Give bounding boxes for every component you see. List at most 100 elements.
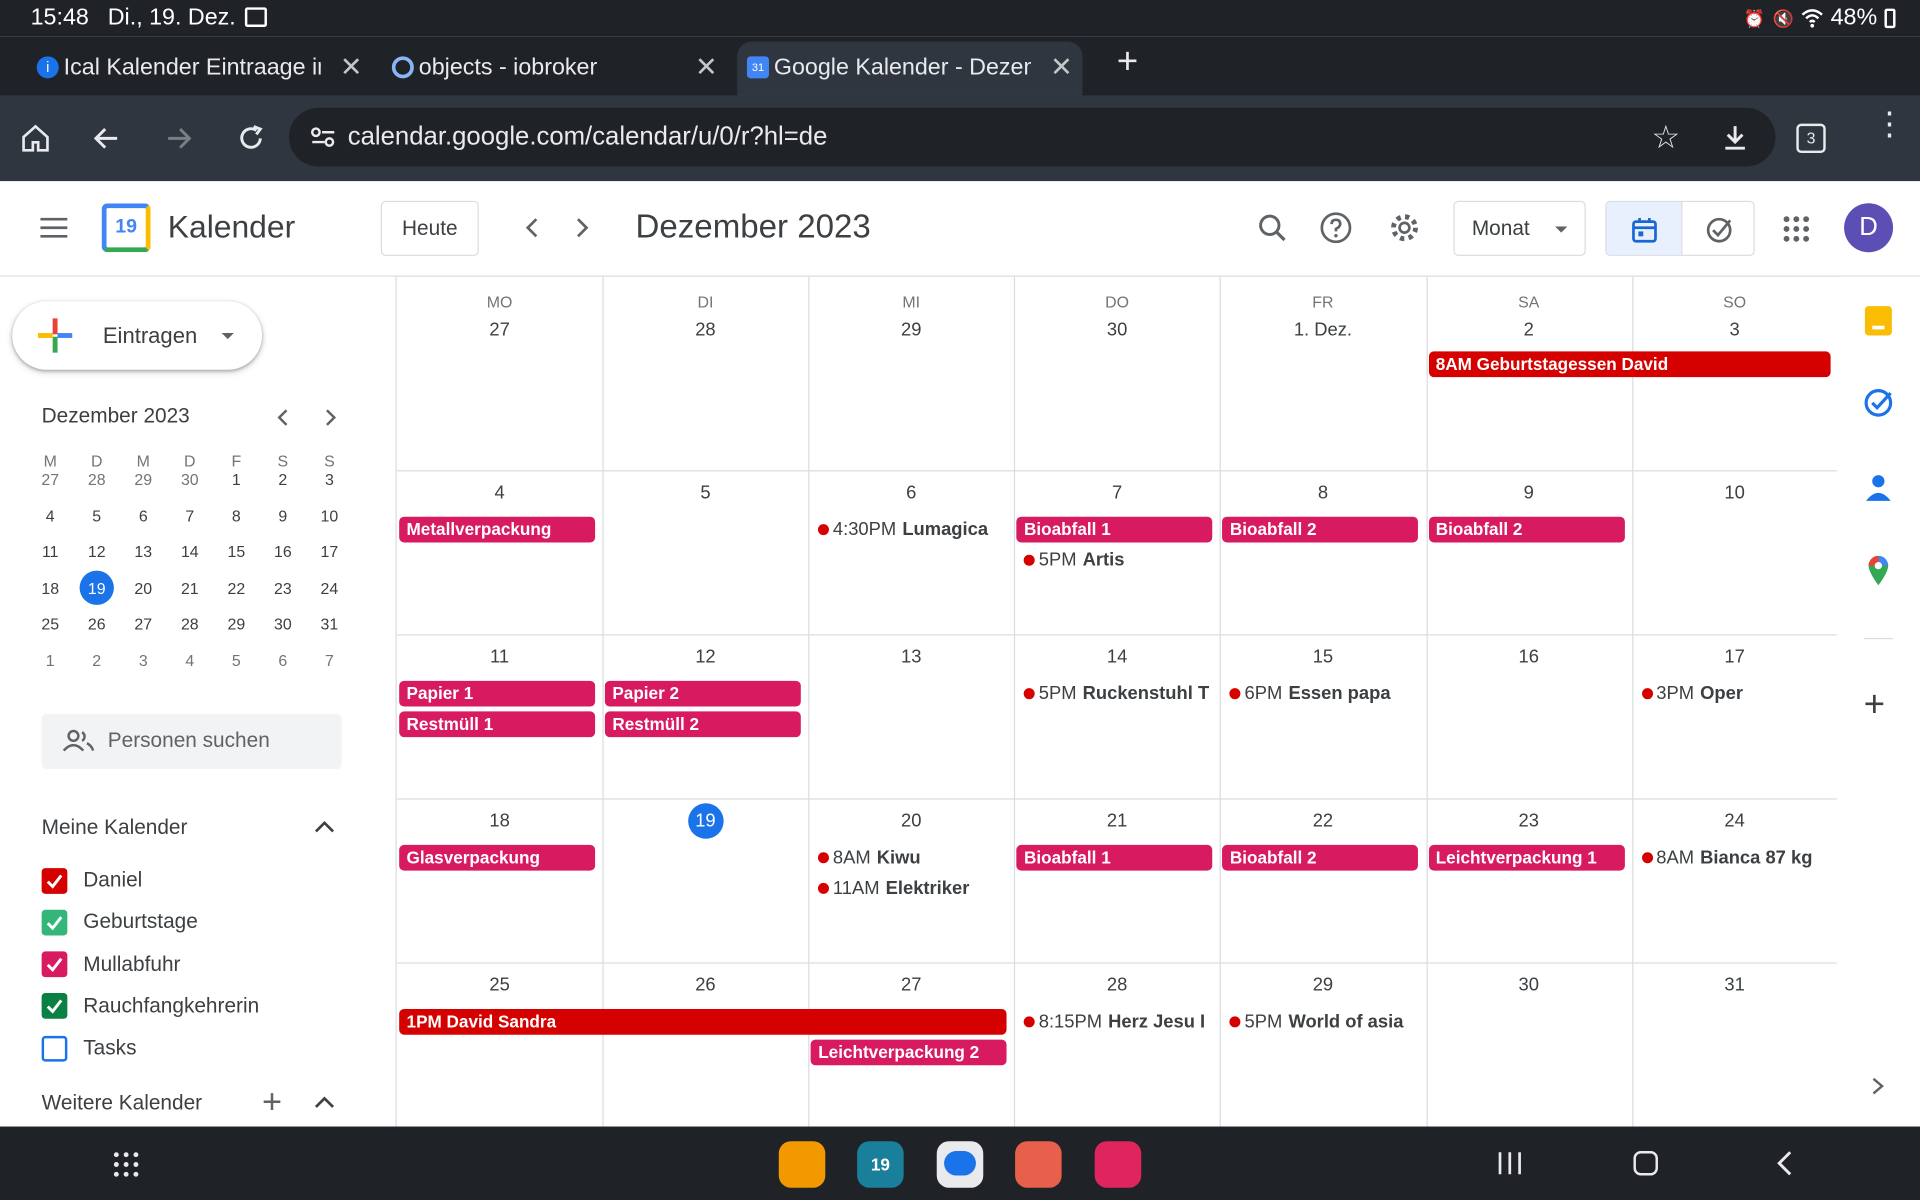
mini-prev-icon[interactable] bbox=[274, 408, 294, 428]
tasks-view-button[interactable] bbox=[1681, 202, 1753, 255]
event-chip[interactable]: Restmüll 1 bbox=[399, 710, 596, 737]
day-number[interactable]: 25 bbox=[397, 975, 603, 996]
day-number[interactable]: 27 bbox=[397, 320, 603, 341]
mini-day[interactable]: 9 bbox=[260, 498, 307, 534]
expand-panel-icon[interactable] bbox=[1870, 1076, 1887, 1096]
day-number[interactable]: 20 bbox=[808, 811, 1014, 832]
mini-day[interactable]: 29 bbox=[120, 462, 167, 498]
day-number[interactable]: 2 bbox=[1426, 320, 1632, 341]
home-icon[interactable] bbox=[12, 115, 59, 162]
timed-event[interactable]: 5PM Artis bbox=[1017, 547, 1213, 573]
calendar-view-button[interactable] bbox=[1606, 202, 1682, 255]
people-search-input[interactable]: Personen suchen bbox=[41, 713, 342, 769]
mini-day[interactable]: 2 bbox=[73, 642, 120, 678]
app-drawer-icon[interactable] bbox=[113, 1151, 140, 1178]
event-chip[interactable]: Bioabfall 2 bbox=[1222, 844, 1419, 871]
mini-day[interactable]: 27 bbox=[27, 462, 74, 498]
close-icon[interactable]: ✕ bbox=[1050, 51, 1073, 83]
checkbox[interactable] bbox=[41, 951, 68, 978]
day-number[interactable]: 13 bbox=[808, 647, 1014, 668]
mini-day[interactable]: 12 bbox=[73, 534, 120, 570]
day-cell[interactable] bbox=[808, 277, 1014, 470]
back-nav-icon[interactable] bbox=[1774, 1150, 1794, 1177]
reload-icon[interactable] bbox=[228, 115, 275, 162]
event-chip[interactable]: Restmüll 2 bbox=[605, 710, 802, 737]
timed-event[interactable]: 11AM Elektriker bbox=[811, 875, 1007, 901]
mini-day[interactable]: 4 bbox=[167, 642, 214, 678]
mini-day[interactable]: 7 bbox=[306, 642, 353, 678]
day-number[interactable]: 31 bbox=[1632, 975, 1838, 996]
day-number[interactable]: 28 bbox=[1014, 975, 1220, 996]
mini-day[interactable]: 16 bbox=[260, 534, 307, 570]
day-number[interactable]: 11 bbox=[397, 647, 603, 668]
event-chip[interactable]: Bioabfall 1 bbox=[1016, 516, 1213, 543]
day-number[interactable]: 17 bbox=[1632, 647, 1838, 668]
day-number[interactable]: 10 bbox=[1632, 482, 1838, 503]
event-chip[interactable]: Metallverpackung bbox=[399, 516, 596, 543]
contacts-icon[interactable] bbox=[1865, 473, 1892, 502]
help-icon[interactable] bbox=[1319, 211, 1353, 245]
today-button[interactable]: Heute bbox=[380, 200, 479, 256]
mini-day[interactable]: 24 bbox=[306, 570, 353, 606]
mini-day[interactable]: 30 bbox=[167, 462, 214, 498]
tab-ical[interactable]: i Ical Kalender Eintraage in ✕ bbox=[27, 42, 372, 96]
day-number[interactable]: 26 bbox=[603, 975, 809, 996]
timed-event[interactable]: 8AM Bianca 87 kg bbox=[1634, 845, 1830, 871]
next-month-icon[interactable] bbox=[569, 216, 593, 240]
star-icon[interactable]: ☆ bbox=[1651, 119, 1680, 157]
maps-icon[interactable] bbox=[1867, 555, 1889, 587]
menu-icon[interactable]: ⋮ bbox=[1873, 108, 1905, 140]
address-bar[interactable]: calendar.google.com/calendar/u/0/r?hl=de… bbox=[288, 107, 1776, 167]
day-number[interactable]: 24 bbox=[1632, 811, 1838, 832]
download-icon[interactable] bbox=[1720, 122, 1749, 151]
day-cell[interactable] bbox=[1014, 277, 1220, 470]
day-number[interactable]: 21 bbox=[1014, 811, 1220, 832]
day-number[interactable]: 3 bbox=[1632, 320, 1838, 341]
day-number[interactable]: 29 bbox=[1220, 975, 1426, 996]
day-number[interactable]: 6 bbox=[808, 482, 1014, 503]
messages-icon[interactable] bbox=[936, 1141, 984, 1188]
timed-event[interactable]: 8:15PM Herz Jesu I bbox=[1017, 1009, 1213, 1035]
files-icon[interactable] bbox=[778, 1141, 826, 1188]
mini-day[interactable]: 10 bbox=[306, 498, 353, 534]
day-number[interactable]: 15 bbox=[1220, 647, 1426, 668]
close-icon[interactable]: ✕ bbox=[340, 51, 363, 83]
day-number[interactable]: 22 bbox=[1220, 811, 1426, 832]
day-number[interactable]: 30 bbox=[1014, 320, 1220, 341]
mini-day[interactable]: 5 bbox=[73, 498, 120, 534]
checkbox[interactable] bbox=[41, 993, 68, 1020]
tab-iobroker[interactable]: objects - iobroker ✕ bbox=[382, 42, 727, 96]
add-calendar-icon[interactable]: + bbox=[262, 1082, 282, 1121]
mini-day[interactable]: 22 bbox=[213, 570, 260, 606]
day-number[interactable]: 5 bbox=[603, 482, 809, 503]
event-chip[interactable]: 1PM David Sandra bbox=[399, 1008, 1007, 1035]
mini-day[interactable]: 4 bbox=[27, 498, 74, 534]
timed-event[interactable]: 5PM World of asia bbox=[1223, 1009, 1419, 1035]
event-chip[interactable]: Glasverpackung bbox=[399, 844, 596, 871]
mini-day[interactable]: 7 bbox=[167, 498, 214, 534]
calendar-item[interactable]: Geburtstage bbox=[41, 905, 198, 939]
apps-grid-icon[interactable] bbox=[1783, 216, 1810, 243]
close-icon[interactable]: ✕ bbox=[695, 51, 718, 83]
day-number[interactable]: 29 bbox=[808, 320, 1014, 341]
day-number[interactable]: 7 bbox=[1014, 482, 1220, 503]
view-selector[interactable]: Monat bbox=[1453, 200, 1586, 256]
mini-day[interactable]: 3 bbox=[306, 462, 353, 498]
mini-day[interactable]: 1 bbox=[27, 642, 74, 678]
event-chip[interactable]: Leichtverpackung 1 bbox=[1428, 844, 1625, 871]
day-cell[interactable] bbox=[397, 277, 603, 470]
event-chip[interactable]: 8AM Geburtstagessen David bbox=[1428, 351, 1831, 378]
day-number[interactable]: 9 bbox=[1426, 482, 1632, 503]
mini-next-icon[interactable] bbox=[320, 408, 340, 428]
mini-day[interactable]: 1 bbox=[213, 462, 260, 498]
timed-event[interactable]: 4:30PM Lumagica bbox=[811, 517, 1007, 543]
event-chip[interactable]: Papier 2 bbox=[605, 680, 802, 707]
mini-day[interactable]: 26 bbox=[73, 606, 120, 642]
day-number[interactable]: 19 bbox=[603, 803, 809, 839]
chevron-up-icon[interactable] bbox=[313, 1093, 335, 1110]
day-number[interactable]: 16 bbox=[1426, 647, 1632, 668]
prev-month-icon[interactable] bbox=[520, 216, 544, 240]
mini-day[interactable]: 25 bbox=[27, 606, 74, 642]
day-cell[interactable] bbox=[1220, 277, 1426, 470]
mini-day[interactable]: 3 bbox=[120, 642, 167, 678]
